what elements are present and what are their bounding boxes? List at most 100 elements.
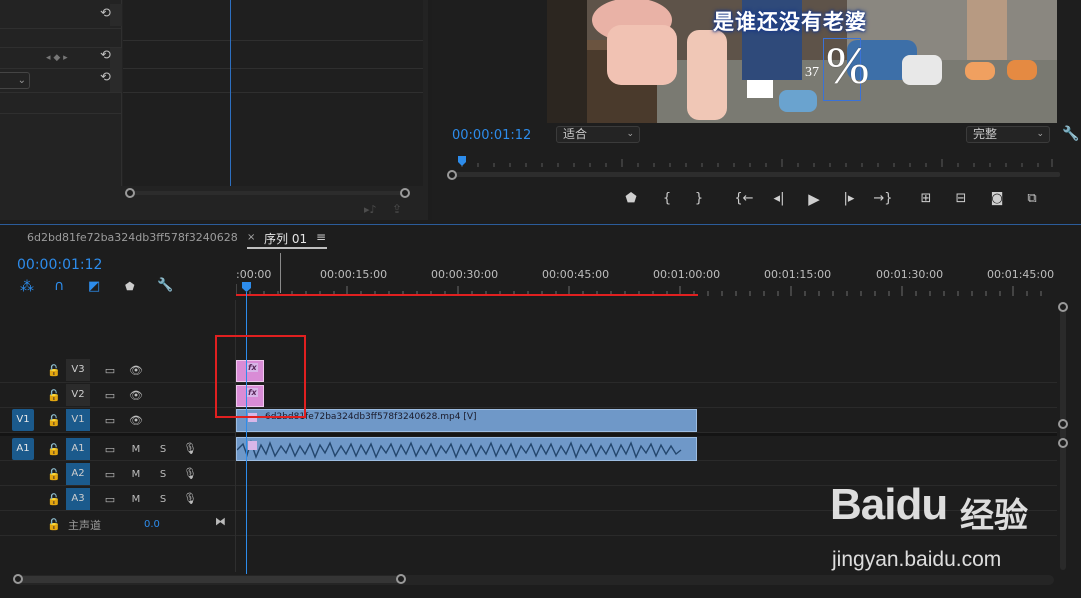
go-to-out-icon[interactable]: →}	[872, 191, 894, 206]
comparison-view-icon[interactable]: ⧉	[1021, 191, 1043, 206]
kf-zoom-track[interactable]	[128, 191, 406, 195]
lock-icon[interactable]: 🔓	[47, 389, 61, 402]
property-divider	[0, 113, 122, 114]
scroll-segment	[110, 48, 122, 92]
solo-button[interactable]: S	[156, 444, 170, 455]
track-name-v2[interactable]: V2	[66, 384, 90, 406]
add-marker-icon[interactable]: ⬟	[125, 280, 135, 293]
work-area-bar[interactable]	[236, 294, 698, 296]
property-divider	[0, 92, 122, 93]
timeline-ruler[interactable]	[235, 281, 1056, 296]
timeline-settings-icon[interactable]: 🔧	[157, 278, 173, 293]
snap-magnet-icon[interactable]: ∩	[54, 278, 64, 294]
linked-selection-icon[interactable]: ◩	[88, 279, 100, 294]
track-name-v3[interactable]: V3	[66, 359, 90, 381]
overlay-symbol: %	[826, 38, 870, 95]
mute-button[interactable]: M	[129, 444, 143, 455]
add-marker-icon[interactable]: ⬟	[620, 191, 642, 206]
track-name-a3[interactable]: A3	[66, 488, 90, 510]
step-back-icon[interactable]: ◂|	[768, 191, 790, 206]
go-to-in-icon[interactable]: {←	[733, 191, 755, 206]
lock-icon[interactable]: 🔓	[47, 518, 61, 531]
watermark-url: jingyan.baidu.com	[832, 548, 1002, 571]
source-patch-a1[interactable]: A1	[12, 438, 34, 460]
step-forward-icon[interactable]: |▸	[838, 191, 860, 206]
ruler-label: :00:00	[236, 268, 272, 281]
source-patch-v1[interactable]: V1	[12, 409, 34, 431]
eye-icon[interactable]: 👁	[129, 389, 143, 402]
mark-out-icon[interactable]: }	[688, 191, 710, 206]
sync-lock-icon[interactable]: ▭	[103, 443, 117, 456]
export-icon[interactable]: ⇪	[392, 202, 402, 216]
track-name-a2[interactable]: A2	[66, 463, 90, 485]
extract-icon[interactable]: ⊟	[950, 191, 972, 206]
scroll-handle[interactable]	[1058, 302, 1068, 312]
program-scroll-handle[interactable]	[447, 170, 457, 180]
master-volume-value[interactable]: 0.0	[144, 519, 160, 530]
mute-button[interactable]: M	[129, 469, 143, 480]
program-scroll-track[interactable]	[450, 172, 1060, 177]
video-frame: 是谁还没有老婆 % 37	[547, 0, 1057, 123]
track-name-a1[interactable]: A1	[66, 438, 90, 460]
lock-icon[interactable]: 🔓	[47, 468, 61, 481]
eye-icon[interactable]: 👁	[129, 364, 143, 377]
wrench-icon[interactable]: 🔧	[1062, 126, 1079, 142]
kf-playhead[interactable]	[230, 0, 231, 186]
sync-lock-icon[interactable]: ▭	[103, 364, 117, 377]
overlay-selection-box[interactable]: %	[823, 38, 869, 101]
snap-nest-icon[interactable]: ⁂	[20, 279, 34, 295]
ruler-label: 00:01:45:00	[987, 268, 1055, 281]
scroll-handle[interactable]	[1058, 438, 1068, 448]
audio-clip-a1[interactable]	[236, 437, 697, 461]
zoom-handle-right[interactable]	[400, 188, 410, 198]
play-icon[interactable]: ▶	[803, 190, 825, 208]
sync-lock-icon[interactable]: ▭	[103, 389, 117, 402]
keyframe-nav-icon[interactable]: ◂ ◆ ▸	[46, 53, 68, 63]
lift-icon[interactable]: ⊞	[915, 191, 937, 206]
property-dropdown[interactable]: ⌄	[0, 72, 30, 89]
microphone-icon[interactable]: 🎙	[183, 467, 197, 480]
fit-dropdown[interactable]: 适合 ⌄	[556, 126, 640, 143]
zoom-handle-left[interactable]	[13, 574, 23, 584]
microphone-icon[interactable]: 🎙	[183, 442, 197, 455]
sync-lock-icon[interactable]: ▭	[103, 414, 117, 427]
program-timecode[interactable]: 00:00:01:12	[452, 128, 531, 143]
timeline-timecode[interactable]: 00:00:01:12	[17, 257, 102, 273]
lock-icon[interactable]: 🔓	[47, 443, 61, 456]
kf-divider	[123, 68, 423, 69]
solo-button[interactable]: S	[156, 469, 170, 480]
microphone-icon[interactable]: 🎙	[183, 492, 197, 505]
reset-icon[interactable]: ⟲	[100, 6, 111, 21]
reset-icon[interactable]: ⟲	[100, 48, 111, 63]
mark-in-icon[interactable]: {	[656, 191, 678, 206]
sync-lock-icon[interactable]: ▭	[103, 468, 117, 481]
tab-close-icon[interactable]: ×	[247, 232, 255, 243]
track-name-v1[interactable]: V1	[66, 409, 90, 431]
chevron-down-icon: ⌄	[1036, 129, 1044, 139]
sync-lock-icon[interactable]: ▭	[103, 493, 117, 506]
reset-icon[interactable]: ⟲	[100, 70, 111, 85]
go-to-end-icon[interactable]: ⧓	[215, 515, 226, 528]
mute-button[interactable]: M	[129, 494, 143, 505]
watermark-brand: Baidu	[830, 480, 948, 529]
lock-icon[interactable]: 🔓	[47, 414, 61, 427]
watermark-sub: 经验	[960, 496, 1028, 536]
scroll-segment	[110, 4, 122, 26]
lock-icon[interactable]: 🔓	[47, 493, 61, 506]
source-clip-tab[interactable]: 6d2bd81fe72ba324db3ff578f3240628	[27, 231, 238, 244]
scroll-handle[interactable]	[1058, 419, 1068, 429]
fx-badge-icon	[248, 441, 257, 450]
zoom-handle-right[interactable]	[396, 574, 406, 584]
lock-icon[interactable]: 🔓	[47, 364, 61, 377]
solo-button[interactable]: S	[156, 494, 170, 505]
camera-icon[interactable]: ◙	[986, 191, 1008, 206]
program-mini-ruler[interactable]	[448, 153, 1058, 169]
quality-dropdown[interactable]: 完整 ⌄	[966, 126, 1050, 143]
play-audio-icon[interactable]: ▸♪	[364, 203, 377, 216]
kf-divider	[123, 40, 423, 41]
tab-sequence-01[interactable]: × 序列 01 ≡	[247, 229, 327, 249]
eye-icon[interactable]: 👁	[129, 414, 143, 427]
zoom-handle-left[interactable]	[125, 188, 135, 198]
tab-menu-icon[interactable]: ≡	[316, 230, 326, 244]
timeline-hscroll-thumb[interactable]	[16, 576, 402, 583]
